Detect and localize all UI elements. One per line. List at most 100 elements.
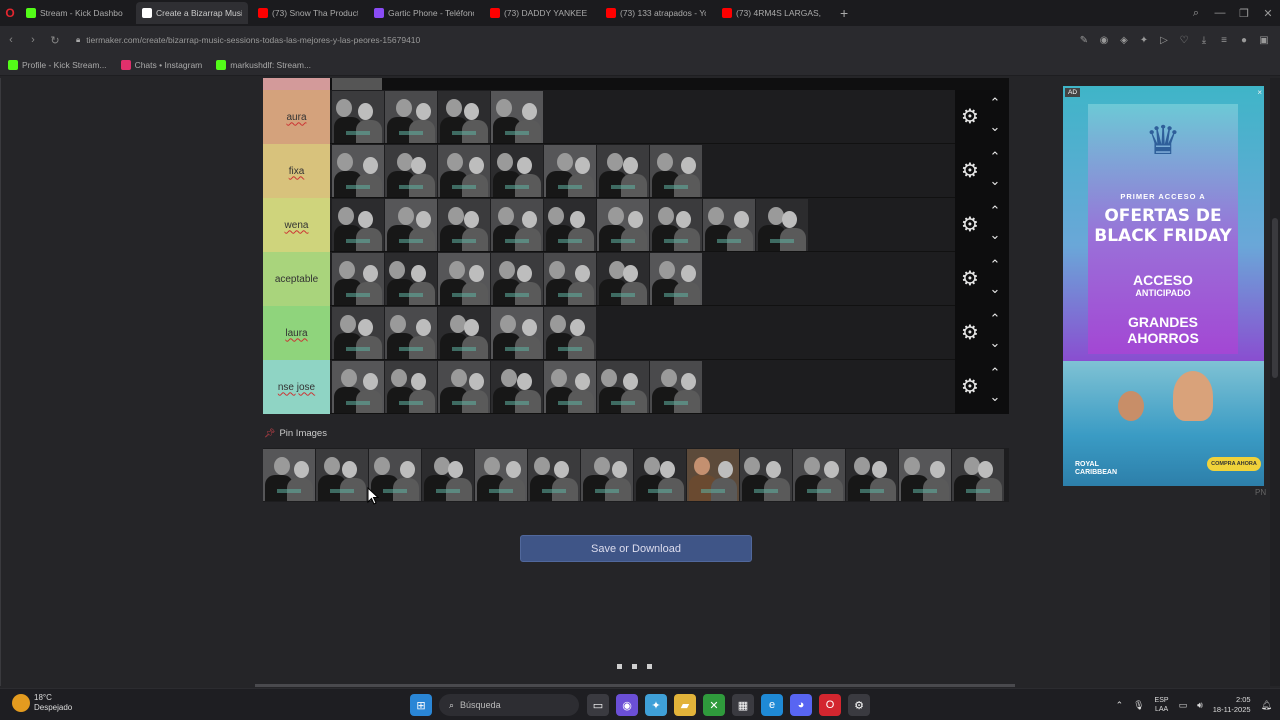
- heart-icon[interactable]: ♡: [1174, 35, 1194, 46]
- profile-icon[interactable]: ●: [1234, 35, 1254, 46]
- store-icon[interactable]: ▦: [732, 694, 754, 716]
- tier-image[interactable]: [332, 253, 384, 305]
- chat-app-icon[interactable]: ◉: [616, 694, 638, 716]
- advertisement[interactable]: AD × ♛ PRIMER ACCESO A OFERTAS DE BLACK …: [1063, 86, 1264, 486]
- file-explorer-icon[interactable]: ▰: [674, 694, 696, 716]
- chevron-down-icon[interactable]: ⌄: [987, 282, 1003, 296]
- menu-icon[interactable]: ≡: [1214, 35, 1234, 46]
- tier-image[interactable]: [597, 145, 649, 197]
- tier-image[interactable]: [650, 199, 702, 251]
- pool-image[interactable]: [687, 449, 739, 501]
- pool-image[interactable]: [581, 449, 633, 501]
- volume-icon[interactable]: 🔊︎: [1197, 700, 1203, 711]
- pin-images-toggle[interactable]: 📌︎ Pin Images: [264, 428, 327, 439]
- download-icon[interactable]: ⤓: [1194, 35, 1214, 46]
- chevron-up-icon[interactable]: ⌃: [987, 150, 1003, 164]
- url-field[interactable]: 🔒︎ tiermaker.com/create/bizarrap-music-s…: [76, 35, 420, 45]
- tier-image[interactable]: [438, 145, 490, 197]
- gear-icon[interactable]: ⚙: [959, 322, 981, 344]
- tier-image[interactable]: [491, 145, 543, 197]
- tier-image[interactable]: [385, 145, 437, 197]
- tier-image[interactable]: [438, 361, 490, 413]
- shield-icon[interactable]: ◈: [1114, 35, 1134, 46]
- language-indicator[interactable]: ESP LAA: [1155, 696, 1169, 714]
- browser-tab[interactable]: (73) 4RM4S LARGAS, BAR: [716, 2, 828, 24]
- opera-menu-icon[interactable]: O: [0, 0, 20, 26]
- pool-image[interactable]: [263, 449, 315, 501]
- vertical-scrollbar[interactable]: [1270, 78, 1280, 686]
- lock-icon[interactable]: 🔒︎: [76, 35, 80, 45]
- tier-label[interactable]: fixa: [263, 144, 330, 198]
- extension-icon[interactable]: ✦: [1134, 35, 1154, 46]
- tier-image[interactable]: [597, 361, 649, 413]
- tier-image[interactable]: [597, 199, 649, 251]
- chevron-down-icon[interactable]: ⌄: [987, 228, 1003, 242]
- tier-image[interactable]: [756, 199, 808, 251]
- forward-icon[interactable]: ›: [22, 34, 44, 46]
- opera-taskbar-icon[interactable]: O: [819, 694, 841, 716]
- close-window-icon[interactable]: ✕: [1256, 7, 1280, 20]
- edit-icon[interactable]: ✎: [1074, 35, 1094, 46]
- tier-image[interactable]: [650, 253, 702, 305]
- chevron-down-icon[interactable]: ⌄: [987, 336, 1003, 350]
- pool-image[interactable]: [316, 449, 368, 501]
- pool-image[interactable]: [634, 449, 686, 501]
- chevron-up-icon[interactable]: ⌃: [987, 366, 1003, 380]
- pool-image[interactable]: [740, 449, 792, 501]
- task-view-icon[interactable]: ▭: [587, 694, 609, 716]
- tier-image[interactable]: [332, 145, 384, 197]
- browser-tab[interactable]: (73) 133 atrapados - YouT: [600, 2, 712, 24]
- save-or-download-button[interactable]: Save or Download: [520, 535, 752, 562]
- bookmark-item[interactable]: Chats • Instagram: [120, 59, 202, 70]
- tier-image[interactable]: [703, 199, 755, 251]
- pool-image[interactable]: [952, 449, 1004, 501]
- tier-image[interactable]: [650, 145, 702, 197]
- browser-tab[interactable]: Gartic Phone - Teléfono D: [368, 2, 480, 24]
- pool-image[interactable]: [528, 449, 580, 501]
- tier-image[interactable]: [597, 253, 649, 305]
- edge-icon[interactable]: e: [761, 694, 783, 716]
- discord-icon[interactable]: ◕: [790, 694, 812, 716]
- tier-image[interactable]: [385, 199, 437, 251]
- chevron-up-icon[interactable]: ⌃: [987, 258, 1003, 272]
- tier-image[interactable]: [491, 253, 543, 305]
- pool-image[interactable]: [899, 449, 951, 501]
- chevron-down-icon[interactable]: ⌄: [987, 120, 1003, 134]
- microphone-icon[interactable]: 🎙︎: [1133, 700, 1144, 711]
- tier-image[interactable]: [332, 307, 384, 359]
- system-clock[interactable]: 2:05 18-11-2025: [1213, 695, 1251, 715]
- tier-label[interactable]: wena: [263, 198, 330, 252]
- tier-image[interactable]: [544, 145, 596, 197]
- tier-image[interactable]: [544, 361, 596, 413]
- minimize-icon[interactable]: —: [1208, 7, 1232, 19]
- pool-image[interactable]: [422, 449, 474, 501]
- search-tabs-icon[interactable]: ⌕: [1184, 7, 1208, 20]
- pool-image[interactable]: [793, 449, 845, 501]
- gear-icon[interactable]: ⚙: [959, 214, 981, 236]
- gear-icon[interactable]: ⚙: [959, 268, 981, 290]
- settings-icon[interactable]: ⚙: [848, 694, 870, 716]
- ad-cta-button[interactable]: COMPRA AHORA: [1207, 457, 1261, 471]
- pool-image[interactable]: [475, 449, 527, 501]
- bookmark-item[interactable]: Profile - Kick Stream...: [8, 59, 107, 70]
- tier-image[interactable]: [385, 307, 437, 359]
- tier-image[interactable]: [491, 361, 543, 413]
- maximize-icon[interactable]: ❐: [1232, 7, 1256, 20]
- horizontal-scrollbar[interactable]: [255, 684, 1015, 687]
- scrollbar-thumb[interactable]: [1272, 218, 1278, 378]
- tier-image[interactable]: [438, 91, 490, 143]
- browser-tab[interactable]: Create a Bizarrap Music S: [136, 2, 248, 24]
- browser-tab[interactable]: (73) Snow Tha Product ||: [252, 2, 364, 24]
- tier-label[interactable]: nse jose: [263, 360, 330, 414]
- weather-widget[interactable]: 18°C Despejado: [12, 693, 72, 713]
- tier-label[interactable]: laura: [263, 306, 330, 360]
- tier-image[interactable]: [332, 361, 384, 413]
- network-icon[interactable]: ▭: [1179, 700, 1188, 711]
- tier-image[interactable]: [491, 91, 543, 143]
- tier-image[interactable]: [438, 307, 490, 359]
- windows-start-icon[interactable]: ⊞: [410, 694, 432, 716]
- play-icon[interactable]: ▷: [1154, 35, 1174, 46]
- gear-icon[interactable]: ⚙: [959, 376, 981, 398]
- tier-image[interactable]: [544, 307, 596, 359]
- tier-image[interactable]: [544, 199, 596, 251]
